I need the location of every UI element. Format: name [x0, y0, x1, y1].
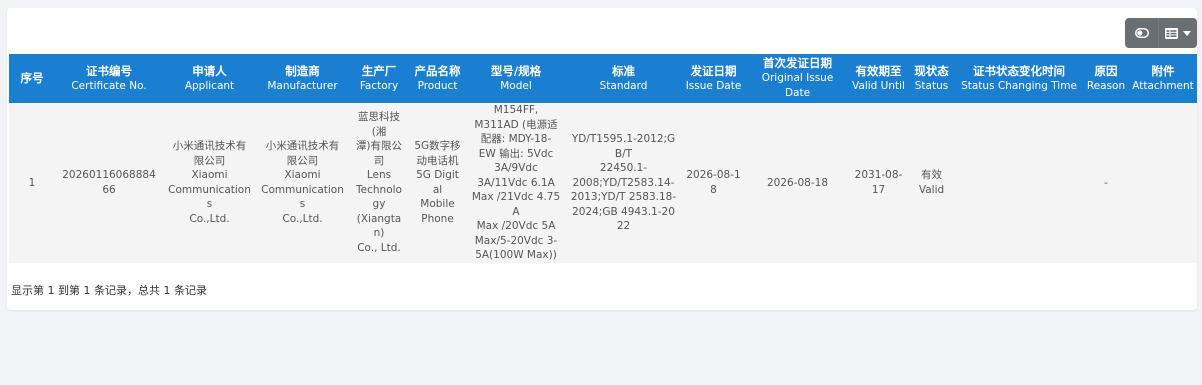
- header-factory[interactable]: 生产厂 Factory: [349, 54, 409, 103]
- toggle-view-button[interactable]: [1125, 18, 1159, 48]
- cell-manufacturer: 小米通讯技术有 限公司 Xiaomi Communications Co.,Lt…: [261, 140, 344, 225]
- header-product[interactable]: 产品名称 Product: [409, 54, 466, 103]
- cell-certificate-no: 2026011606888466: [62, 169, 156, 196]
- cell-standard: YD/T1595.1-2012;GB/T 22450.1- 2008;YD/T2…: [570, 133, 677, 232]
- header-valid-until[interactable]: 有效期至 Valid Until: [849, 54, 908, 103]
- columns-button[interactable]: [1159, 18, 1197, 48]
- pagination-summary: 显示第 1 到第 1 条记录，总共 1 条记录: [11, 284, 207, 297]
- header-original-issue-date[interactable]: 首次发证日期 Original Issue Date: [746, 54, 849, 103]
- caret-down-icon: [1183, 30, 1191, 36]
- cell-factory: 蓝思科技(湘 潭)有限公司 Lens Technology (Xiangtan)…: [355, 111, 403, 254]
- results-panel: 序号 证书编号 Certificate No. 申请人 Applicant 制造商 M…: [7, 8, 1197, 310]
- header-status-changing-time[interactable]: 证书状态变化时间 Status Changing Time: [955, 54, 1083, 103]
- cell-index: 1: [28, 176, 36, 189]
- cell-model: M154FF, M311AD (电源适 配器: MDY-18- EW 输出: 5…: [471, 104, 561, 261]
- header-status[interactable]: 现状态 Status: [908, 54, 955, 103]
- header-index[interactable]: 序号: [9, 54, 55, 103]
- cell-applicant: 小米通讯技术有 限公司 Xiaomi Communications Co.,Lt…: [168, 140, 251, 225]
- table-row[interactable]: 1 2026011606888466 小米通讯技术有 限公司 Xiaomi Co…: [9, 103, 1197, 263]
- cell-reason: -: [1104, 176, 1108, 189]
- header-attachment[interactable]: 附件 Attachment: [1129, 54, 1197, 103]
- cell-status: 有效 Valid: [918, 169, 945, 196]
- cell-product: 5G数字移 动电话机 5G Digital Mobile Phone: [414, 140, 461, 225]
- header-applicant[interactable]: 申请人 Applicant: [163, 54, 256, 103]
- header-issue-date[interactable]: 发证日期 Issue Date: [681, 54, 746, 103]
- cell-original-issue-date: 2026-08-18: [766, 176, 829, 189]
- cell-valid-until: 2031-08- 17: [854, 169, 903, 196]
- toggle-icon: [1134, 28, 1149, 38]
- certificate-table: 序号 证书编号 Certificate No. 申请人 Applicant 制造商 M…: [9, 54, 1197, 263]
- header-reason[interactable]: 原因 Reason: [1083, 54, 1129, 103]
- cell-attachment[interactable]: [1129, 103, 1197, 263]
- header-standard[interactable]: 标准 Standard: [566, 54, 681, 103]
- columns-icon: [1165, 27, 1178, 39]
- header-manufacturer[interactable]: 制造商 Manufacturer: [256, 54, 349, 103]
- cell-issue-date: 2026-08-18: [686, 169, 741, 196]
- table-header-row: 序号 证书编号 Certificate No. 申请人 Applicant 制造商 M…: [9, 54, 1197, 103]
- cell-status-changing-time: [955, 103, 1083, 263]
- header-certificate-no[interactable]: 证书编号 Certificate No.: [55, 54, 163, 103]
- table-toolbar: [1125, 18, 1197, 48]
- header-model[interactable]: 型号/规格 Model: [466, 54, 566, 103]
